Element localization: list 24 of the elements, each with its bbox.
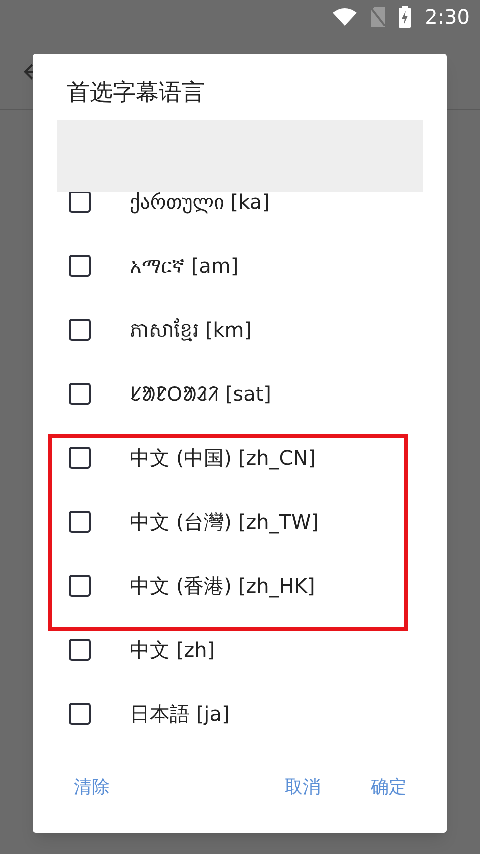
wifi-icon [333,8,358,26]
language-label[interactable]: 中文 (台灣) [zh_TW] [130,507,320,537]
language-label[interactable]: 中文 [zh] [130,635,216,665]
checkbox[interactable] [69,255,91,277]
dialog-title: 首选字幕语言 [66,79,206,108]
language-label[interactable]: 中文 (香港) [zh_HK] [130,571,316,601]
no-sim-icon [371,7,386,27]
language-label[interactable]: ភាសាខ្មែរ [km] [130,315,252,345]
language-label[interactable]: 日本語 [ja] [130,699,230,729]
status-time: 2:30 [425,4,470,31]
checkbox[interactable] [69,575,91,597]
language-label[interactable]: 中文 (中国) [zh_CN] [130,443,316,473]
language-label[interactable]: ᱥᱟᱱᱛᱟᱲᱤ [sat] [130,379,272,409]
checkbox[interactable] [69,192,91,213]
checkbox[interactable] [69,511,91,533]
search-field[interactable] [57,120,423,192]
checkbox[interactable] [69,319,91,341]
checkbox[interactable] [69,703,91,725]
language-label[interactable]: አማርኛ [am] [130,251,239,281]
checkbox[interactable] [69,447,91,469]
checkbox[interactable] [69,639,91,661]
language-label[interactable]: ქართული [ka] [130,192,270,217]
battery-charging-icon [399,6,412,28]
checkbox[interactable] [69,383,91,405]
